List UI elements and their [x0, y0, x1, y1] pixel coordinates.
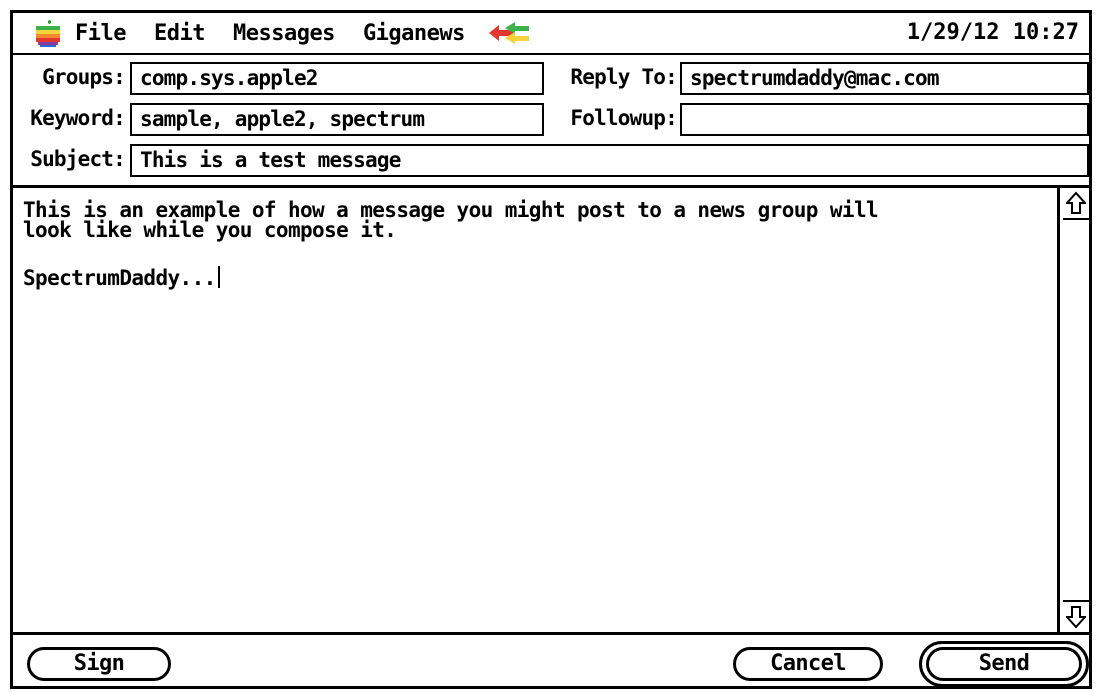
reply-to-field[interactable]: spectrumdaddy@mac.com	[680, 62, 1089, 95]
keyword-field[interactable]: sample, apple2, spectrum	[130, 103, 544, 136]
network-arrows-icon[interactable]	[487, 22, 531, 44]
menubar-clock: 1/29/12 10:27	[906, 20, 1079, 45]
menu-bar: File Edit Messages Giganews 1/29/12 10:2…	[13, 13, 1089, 55]
subject-label: Subject:	[30, 147, 126, 171]
keyword-label: Keyword:	[30, 106, 126, 130]
followup-label: Followup:	[570, 106, 677, 130]
body-signature-text: SpectrumDaddy...	[23, 266, 216, 290]
message-body-editor[interactable]: This is an example of how a message you …	[13, 188, 1060, 632]
vertical-scrollbar[interactable]	[1063, 188, 1089, 632]
menu-giganews[interactable]: Giganews	[363, 21, 465, 46]
groups-field[interactable]: comp.sys.apple2	[130, 62, 544, 95]
subject-field[interactable]: This is a test message	[130, 144, 1089, 177]
apple-menu-icon[interactable]	[33, 18, 63, 48]
menu-file[interactable]: File	[75, 21, 126, 46]
body-line: look like while you compose it.	[23, 218, 397, 242]
text-caret	[217, 266, 220, 288]
scroll-up-arrow-icon[interactable]	[1063, 188, 1089, 220]
followup-field[interactable]	[680, 103, 1089, 136]
reply-to-label: Reply To:	[570, 65, 677, 89]
send-button[interactable]: Send	[926, 647, 1082, 681]
body-line	[23, 240, 1047, 260]
footer-divider	[13, 632, 1089, 635]
sign-button[interactable]: Sign	[27, 647, 171, 681]
menu-messages[interactable]: Messages	[233, 21, 335, 46]
scroll-down-arrow-icon[interactable]	[1063, 600, 1089, 632]
cancel-button[interactable]: Cancel	[733, 647, 883, 681]
menu-edit[interactable]: Edit	[154, 21, 205, 46]
compose-window: File Edit Messages Giganews 1/29/12 10:2…	[10, 10, 1092, 689]
body-line: This is an example of how a message you …	[23, 198, 879, 222]
groups-label: Groups:	[42, 65, 126, 89]
body-line-signature: SpectrumDaddy...	[23, 266, 1047, 290]
